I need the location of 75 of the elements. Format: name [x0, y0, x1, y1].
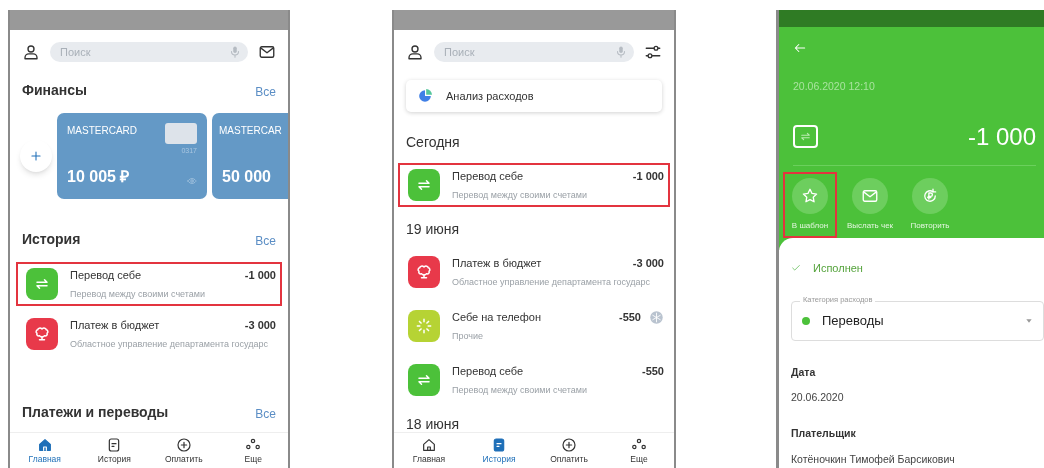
card-name: MASTERCARD [67, 124, 137, 138]
transaction-title: Перевод себе [452, 169, 524, 184]
transaction-row[interactable]: Перевод себе -1 000 Перевод между своими счетами [398, 163, 670, 207]
sparkle-icon [414, 316, 434, 336]
transaction-subtitle: Перевод между своими счетами [70, 287, 207, 301]
card-balance: 10 005 ₽ [67, 167, 130, 187]
transaction-amount: -550 [641, 364, 664, 379]
filter-icon[interactable] [644, 43, 662, 61]
section-title: История [22, 230, 81, 249]
transaction-amount: -3 000 [244, 318, 276, 333]
see-all-link[interactable]: Все [255, 83, 276, 101]
card-name: MASTERCAR [219, 124, 282, 138]
section-title: Платежи и переводы [22, 403, 169, 422]
transaction-subtitle: Прочие [452, 329, 484, 343]
field-value: Котёночкин Тимофей Барсикович [791, 451, 956, 467]
transaction-subtitle: Перевод между своими счетами [452, 188, 589, 202]
field-label: Плательщик [791, 426, 857, 441]
plus-icon [29, 149, 43, 163]
mail-icon[interactable] [258, 43, 276, 61]
transaction-amount: -1 000 [632, 169, 664, 184]
spending-analysis-card[interactable]: Анализ расходов [406, 80, 662, 112]
search-field[interactable]: Поиск [434, 42, 634, 62]
eye-icon [187, 176, 197, 186]
transaction-datetime: 20.06.2020 12:10 [793, 79, 876, 94]
nav-tab[interactable]: Оплатить [153, 437, 214, 464]
house-icon [421, 437, 437, 454]
see-all-link[interactable]: Все [255, 232, 276, 250]
house-icon [36, 437, 53, 454]
transaction-row[interactable]: Перевод себе -550 Перевод между своими счетами [398, 358, 670, 402]
transaction-amount: -1 000 [967, 121, 1036, 152]
transaction-row[interactable]: Платеж в бюджет -3 000 Областное управление департамента государс [16, 312, 282, 356]
transaction-subtitle: Областное управление департамента государс [70, 337, 270, 351]
profile-icon[interactable] [406, 43, 424, 61]
transaction-subtitle: Перевод между своими счетами [452, 383, 589, 397]
spending-analysis-label: Анализ расходов [446, 88, 534, 104]
section-title: Финансы [22, 81, 87, 100]
pie-chart-icon [418, 89, 432, 103]
profile-icon[interactable] [22, 43, 40, 61]
transaction-subtitle: Областное управление департамента государс [452, 275, 652, 289]
nav-tab[interactable]: История [84, 437, 145, 464]
see-all-link[interactable]: Все [255, 405, 276, 423]
flower-icon [32, 324, 52, 344]
flower-icon [414, 262, 434, 282]
nav-tab[interactable]: Оплатить [539, 437, 599, 464]
transaction-title: Перевод себе [70, 268, 142, 283]
transaction-row[interactable]: Платеж в бюджет -3 000 Областное управление департамента государс [398, 250, 670, 294]
payment-status: Исполнен [813, 261, 863, 276]
transaction-amount: -550 [618, 310, 641, 325]
ruble-refresh-icon [921, 186, 939, 205]
field-value: 20.06.2020 [791, 390, 845, 406]
category-value: Переводы [822, 311, 885, 330]
nav-tab[interactable]: Главная [14, 437, 75, 464]
document-icon [491, 437, 507, 454]
transaction-amount: -1 000 [244, 268, 276, 283]
date-heading: 18 июня [405, 415, 461, 434]
search-field[interactable]: Поиск [50, 42, 248, 62]
card-balance: 50 000 [222, 167, 271, 187]
dropdown-caret-icon [1025, 316, 1033, 325]
nav-tab[interactable]: Еще [223, 437, 284, 464]
transaction-title: Платеж в бюджет [70, 318, 160, 333]
transaction-title: Платеж в бюджет [452, 256, 542, 271]
nav-tab[interactable]: Еще [609, 437, 669, 464]
transaction-title: Себе на телефон [452, 310, 541, 325]
nav-tab[interactable]: Главная [399, 437, 459, 464]
nav-tab[interactable]: История [469, 437, 529, 464]
transaction-title: Перевод себе [452, 364, 524, 379]
transaction-amount: -3 000 [632, 256, 664, 271]
transaction-row[interactable]: Себе на телефон -550 Прочие [398, 304, 670, 348]
star-icon [801, 186, 819, 205]
field-label: Дата [791, 364, 817, 380]
card-thumbnail-icon [165, 123, 197, 144]
date-heading: 19 июня [405, 220, 461, 239]
date-heading: Сегодня [405, 133, 461, 152]
transaction-row[interactable]: Перевод себе -1 000 Перевод между своими счетами [16, 262, 282, 306]
check-icon [791, 263, 801, 274]
